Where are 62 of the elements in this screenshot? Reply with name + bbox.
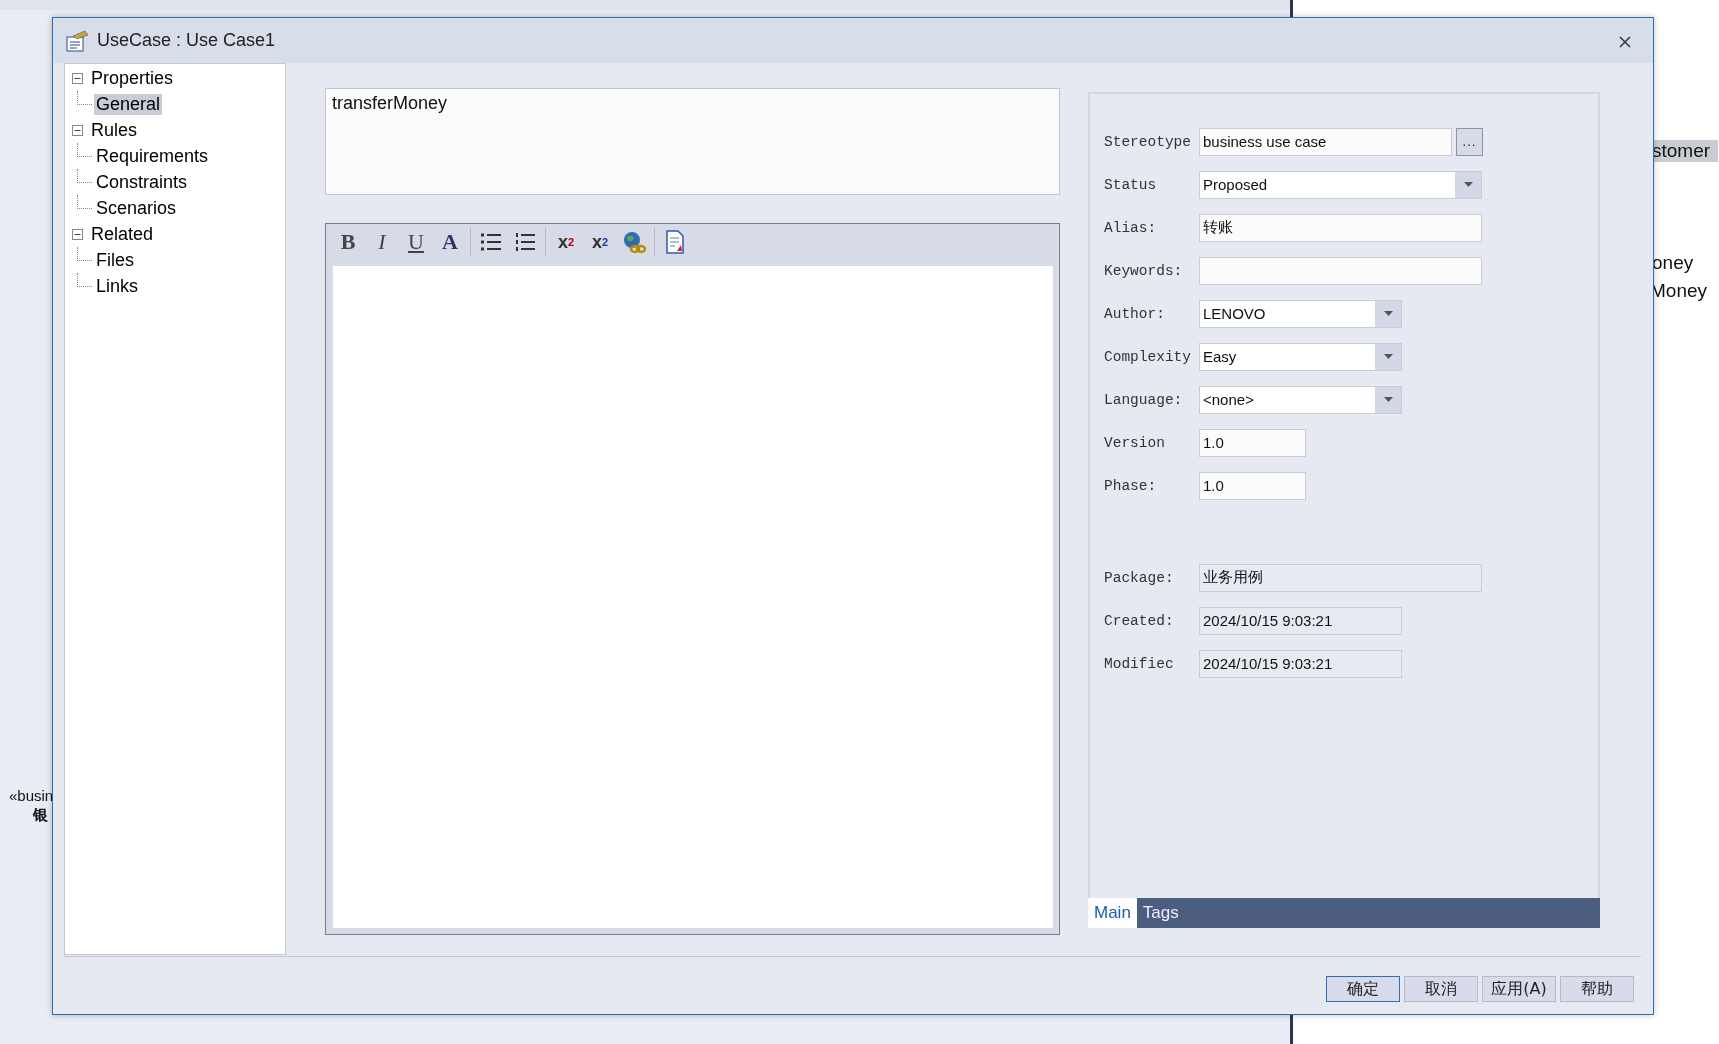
field-label: Complexity: [1104, 348, 1192, 365]
tree-item[interactable]: Scenarios: [94, 197, 179, 219]
numbered-list-icon: [514, 232, 536, 252]
input-field[interactable]: 1.0: [1199, 428, 1306, 457]
field-label: Language:: [1104, 391, 1184, 408]
window-title: UseCase : Use Case1: [97, 30, 277, 51]
input-field[interactable]: [1199, 256, 1482, 285]
readonly-field: 2024/10/15 9:03:21: [1199, 649, 1402, 678]
tree-item[interactable]: Related: [89, 223, 156, 245]
field-label: Keywords:: [1104, 262, 1184, 279]
readonly-field: 2024/10/15 9:03:21: [1199, 606, 1402, 635]
field-label: Modifiec: [1104, 655, 1175, 672]
dropdown-arrow-icon: [1463, 182, 1473, 187]
readonly-field: 业务用例: [1199, 563, 1482, 592]
field-label: Created:: [1104, 612, 1175, 629]
tree-item[interactable]: Rules: [89, 119, 140, 141]
dropdown-arrow-icon: [1383, 311, 1393, 316]
bold-button[interactable]: B: [334, 228, 362, 256]
collapse-icon[interactable]: [72, 124, 83, 136]
dialog-button[interactable]: 帮助: [1560, 976, 1634, 1002]
input-field[interactable]: business use case: [1199, 127, 1452, 156]
tree-item[interactable]: Files: [94, 249, 136, 271]
dropdown[interactable]: Proposed: [1199, 170, 1482, 199]
input-field[interactable]: 转账: [1199, 213, 1482, 242]
collapse-icon[interactable]: [72, 228, 83, 240]
diagram-text: 银: [33, 806, 48, 825]
underline-button[interactable]: U: [402, 228, 430, 256]
dropdown-arrow-icon: [1383, 397, 1393, 402]
dropdown[interactable]: <none>: [1199, 385, 1402, 414]
italic-button[interactable]: I: [368, 228, 396, 256]
tree-item[interactable]: Constraints: [94, 171, 190, 193]
field-label: Package:: [1104, 569, 1175, 586]
dropdown[interactable]: LENOVO: [1199, 299, 1402, 328]
document-icon: [665, 230, 685, 254]
bullet-list-icon: [480, 232, 502, 252]
tab[interactable]: Tags: [1136, 898, 1185, 928]
font-color-button[interactable]: A: [436, 228, 464, 256]
tree-item[interactable]: General: [94, 93, 163, 115]
globe-chain-icon: [622, 230, 646, 254]
field-label: Author:: [1104, 305, 1166, 322]
field-label: Status: [1104, 176, 1158, 193]
input-field[interactable]: 1.0: [1199, 471, 1306, 500]
name-field[interactable]: transferMoney: [325, 88, 1060, 195]
tree-item[interactable]: Requirements: [94, 145, 211, 167]
dialog-button[interactable]: 取消: [1404, 976, 1478, 1002]
field-label: Stereotype: [1104, 133, 1192, 150]
tree-item[interactable]: Properties: [89, 67, 176, 89]
field-label: Alias:: [1104, 219, 1158, 236]
dropdown-arrow-icon: [1383, 354, 1393, 359]
tab[interactable]: Main: [1088, 898, 1137, 928]
diagram-text: oney: [1652, 252, 1694, 274]
diagram-text: «busin: [9, 787, 54, 804]
dialog-button[interactable]: 应用(A): [1482, 976, 1556, 1002]
field-label: Version: [1104, 434, 1166, 451]
window-icon: [65, 29, 89, 52]
field-label: Phase:: [1104, 477, 1158, 494]
close-icon: [1619, 35, 1631, 48]
tree-item[interactable]: Links: [94, 275, 141, 297]
dialog-button[interactable]: 确定: [1326, 976, 1400, 1002]
collapse-icon[interactable]: [72, 72, 83, 84]
browse-button[interactable]: ...: [1456, 127, 1483, 156]
dropdown[interactable]: Easy: [1199, 342, 1402, 371]
